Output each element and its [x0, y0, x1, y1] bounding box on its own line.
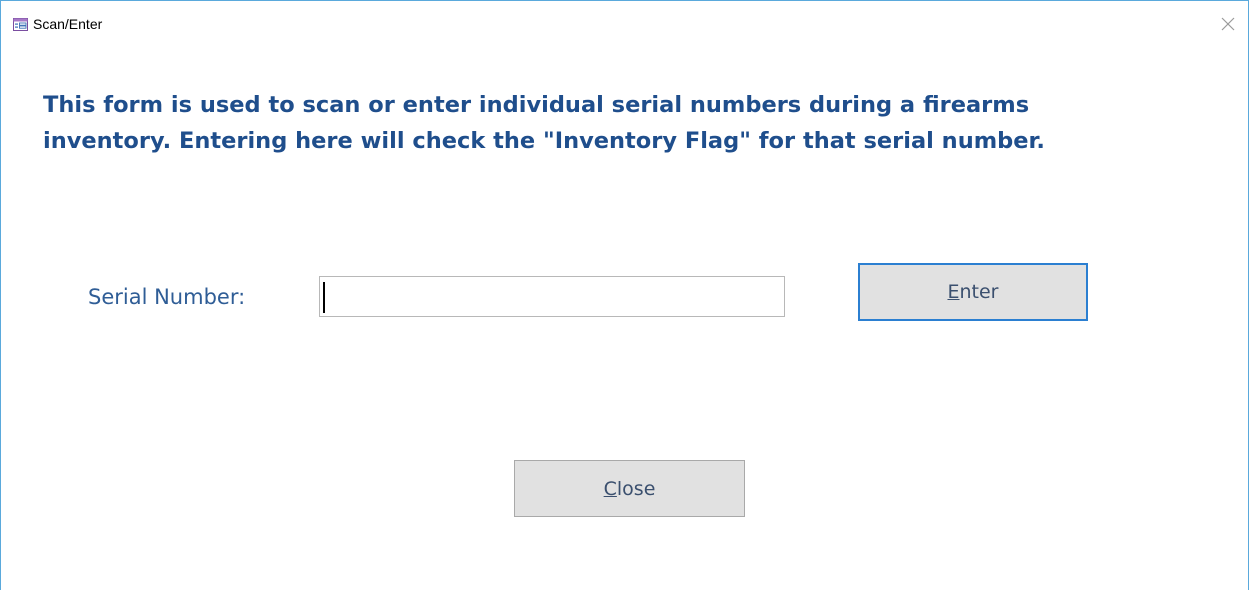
window-title: Scan/Enter — [33, 16, 103, 32]
serial-number-label: Serial Number: — [88, 285, 246, 309]
text-caret — [323, 282, 325, 313]
close-button-label: lose — [616, 477, 656, 500]
form-icon — [13, 18, 28, 31]
enter-button-accelerator: E — [947, 281, 960, 303]
instructions-text: This form is used to scan or enter indiv… — [43, 92, 1045, 154]
close-icon[interactable] — [1220, 16, 1236, 32]
close-button[interactable]: Close — [514, 460, 745, 517]
scan-enter-window: Scan/Enter This form is used to scan or … — [0, 0, 1249, 590]
title-bar[interactable]: Scan/Enter — [1, 1, 1248, 39]
serial-number-input[interactable] — [319, 276, 785, 317]
close-button-accelerator: C — [603, 477, 617, 500]
enter-button[interactable]: Enter — [858, 263, 1088, 321]
enter-button-label: nter — [959, 281, 999, 303]
